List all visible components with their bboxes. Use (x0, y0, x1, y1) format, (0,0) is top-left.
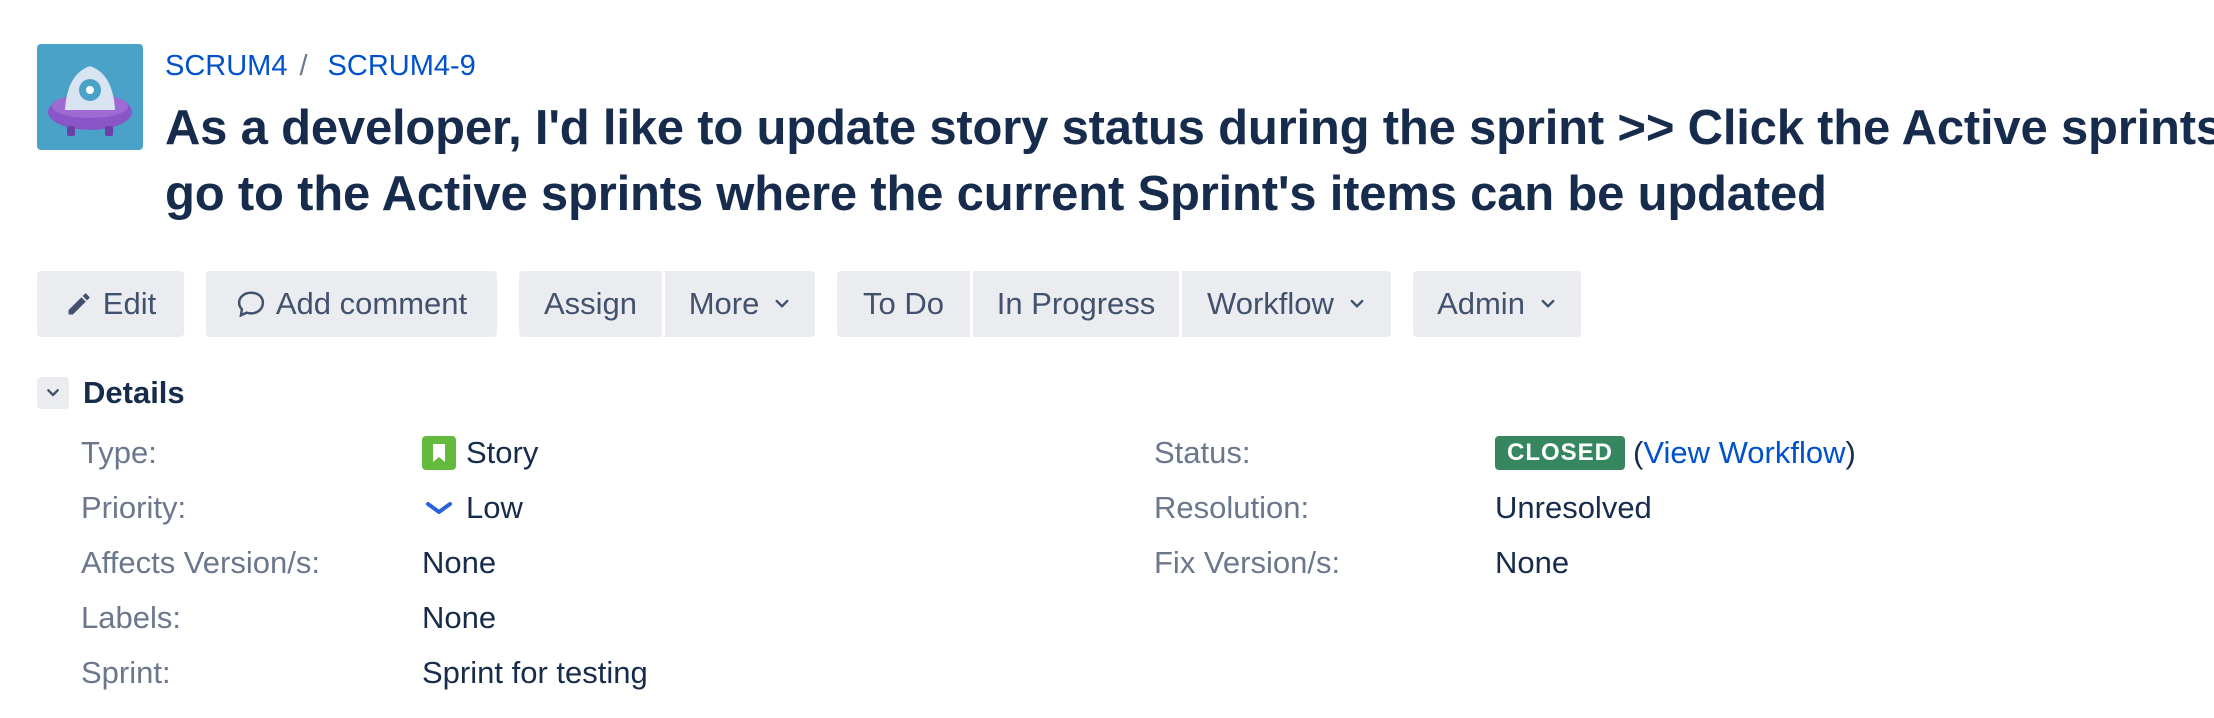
issue-title-line-1: As a developer, I'd like to update story… (165, 101, 2214, 155)
breadcrumb-project-link[interactable]: SCRUM4 (165, 50, 287, 83)
view-workflow-link[interactable]: View Workflow (1643, 433, 1845, 473)
admin-button-label: Admin (1437, 286, 1525, 321)
workflow-button-label: Workflow (1207, 286, 1334, 321)
breadcrumb-separator: / (299, 49, 308, 82)
issue-toolbar: Edit Add comment Assign More To Do In Pr… (37, 271, 1581, 337)
story-icon (422, 436, 456, 470)
collapse-toggle[interactable] (37, 377, 69, 409)
details-section-header[interactable]: Details (37, 373, 185, 413)
labels-label: Labels: (81, 600, 181, 635)
assign-button-label: Assign (543, 286, 638, 321)
status-label: Status: (1154, 435, 1251, 470)
more-button[interactable]: More (665, 271, 815, 337)
speech-bubble-icon (236, 289, 266, 319)
priority-low-icon (422, 491, 456, 525)
more-button-label: More (688, 286, 760, 321)
issue-view: SCRUM4 / SCRUM4-9 As a developer, I'd li… (0, 0, 2214, 718)
project-avatar[interactable] (37, 44, 143, 150)
resolution-value: Unresolved (1495, 490, 1652, 525)
issue-title-line-2: go to the Active sprints where the curre… (165, 167, 1827, 221)
to-do-button[interactable]: To Do (837, 271, 970, 337)
edit-button-label: Edit (102, 286, 157, 321)
in-progress-button-label: In Progress (996, 286, 1156, 321)
type-value: Story (422, 433, 538, 473)
edit-button[interactable]: Edit (37, 271, 184, 337)
fix-versions-label: Fix Version/s: (1154, 545, 1341, 580)
chevron-down-icon (1539, 295, 1557, 313)
admin-button[interactable]: Admin (1413, 271, 1581, 337)
sprint-value[interactable]: Sprint for testing (422, 653, 648, 693)
breadcrumb-issue-link[interactable]: SCRUM4-9 (328, 50, 476, 83)
to-do-button-label: To Do (863, 286, 944, 321)
workflow-button[interactable]: Workflow (1182, 271, 1391, 337)
type-label: Type: (81, 435, 157, 470)
status-badge: CLOSED (1495, 436, 1626, 470)
resolution-label: Resolution: (1154, 490, 1310, 525)
priority-value-text: Low (466, 490, 523, 525)
assign-button[interactable]: Assign (519, 271, 662, 337)
transition-group: To Do In Progress Workflow (837, 271, 1391, 337)
affects-versions-label: Affects Version/s: (81, 545, 320, 580)
assign-more-group: Assign More (519, 271, 815, 337)
type-value-text: Story (466, 435, 539, 470)
sprint-label: Sprint: (81, 655, 171, 690)
chevron-down-icon (1348, 295, 1366, 313)
view-workflow-close-paren: ) (1845, 435, 1856, 470)
details-title: Details (83, 375, 185, 410)
add-comment-button-label: Add comment (275, 286, 468, 321)
labels-value[interactable]: None (422, 598, 496, 638)
affects-versions-value: None (422, 545, 497, 580)
priority-label: Priority: (81, 490, 187, 525)
pencil-icon (65, 290, 93, 318)
status-value: CLOSED ( View Workflow ) (1495, 433, 1856, 473)
view-workflow-open-paren: ( (1633, 435, 1644, 470)
priority-value: Low (422, 488, 523, 528)
breadcrumb: SCRUM4 / SCRUM4-9 (165, 48, 476, 84)
fix-versions-value: None (1495, 545, 1570, 580)
chevron-down-icon (47, 389, 59, 397)
issue-title[interactable]: As a developer, I'd like to update story… (165, 95, 2214, 227)
ufo-avatar-icon (48, 66, 132, 136)
add-comment-button[interactable]: Add comment (206, 271, 497, 337)
in-progress-button[interactable]: In Progress (973, 271, 1179, 337)
chevron-down-icon (773, 295, 791, 313)
